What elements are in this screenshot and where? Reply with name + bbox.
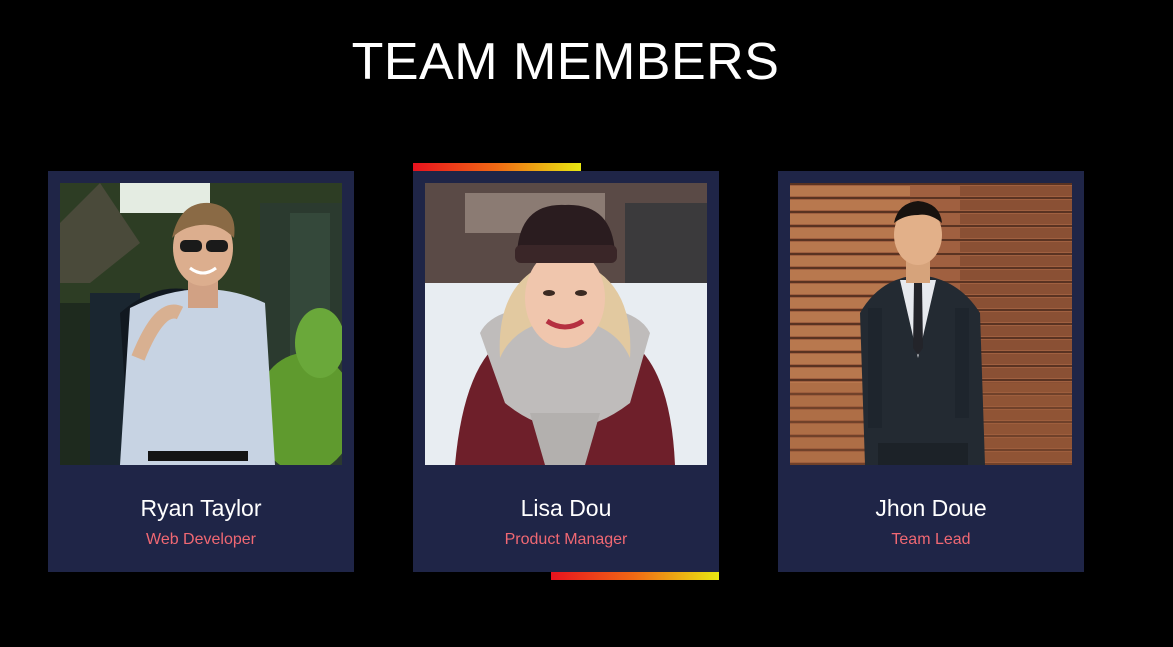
member-name: Jhon Doue (875, 495, 987, 521)
highlight-accent-top (413, 163, 581, 171)
team-member-card-jhon-doue[interactable]: Jhon Doue Team Lead (778, 171, 1084, 572)
member-role: Product Manager (504, 531, 628, 548)
highlight-accent-bottom (551, 572, 719, 580)
member-photo (425, 183, 707, 465)
member-role: Web Developer (146, 531, 256, 548)
page-title: TEAM MEMBERS (351, 33, 780, 91)
member-photo (790, 183, 1072, 465)
member-role: Team Lead (891, 531, 971, 548)
member-name: Ryan Taylor (140, 495, 262, 521)
member-name: Lisa Dou (520, 495, 612, 521)
team-member-card-ryan-taylor[interactable]: Ryan Taylor Web Developer (48, 171, 354, 572)
team-member-card-lisa-dou[interactable]: Lisa Dou Product Manager (413, 171, 719, 572)
member-photo (60, 183, 342, 465)
